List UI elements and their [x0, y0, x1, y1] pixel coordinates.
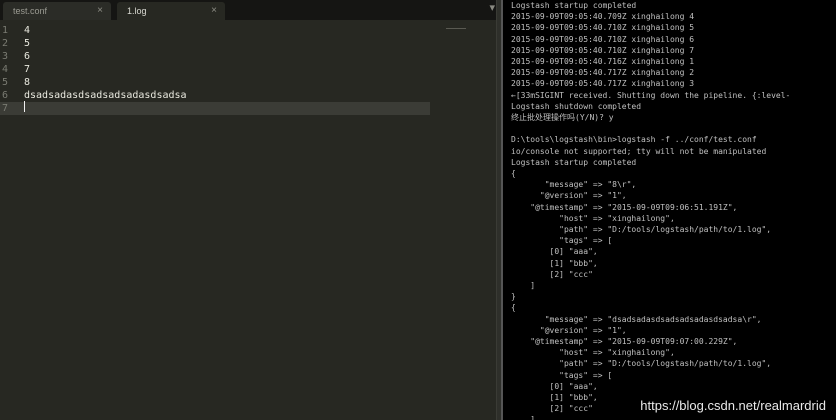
console-line: "message" => "dsadsadasdsadsadsadasdsads… — [511, 314, 762, 324]
minimap[interactable] — [446, 28, 466, 29]
console-line: 2015-09-09T09:05:40.717Z xinghailong 2 — [511, 68, 695, 78]
text-editor: test.conf × 1.log × ▾ 1 4 2 5 3 6 4 7 5 8 6 dsadsad… — [0, 0, 501, 420]
console-line: 2015-09-09T09:05:40.710Z xinghailong 5 — [511, 23, 695, 33]
close-icon[interactable]: × — [97, 2, 103, 20]
line-text: 5 — [24, 38, 31, 49]
console-line: "path" => "D:/tools/logstash/path/to/1.l… — [511, 225, 772, 234]
console-line: 2015-09-09T09:05:40.710Z xinghailong 6 — [511, 34, 695, 44]
console-line: "path" => "D:/tools/logstash/path/to/1.l… — [511, 359, 772, 369]
console-line: [1] "bbb", — [511, 393, 598, 402]
editor-line[interactable]: 6 dsadsadasdsadsadsadasdsadsa — [0, 89, 430, 102]
line-text: 7 — [24, 64, 31, 75]
console-line: D:\tools\logstash\bin>logstash -f ../con… — [511, 135, 757, 145]
console-line: "host" => "xinghailong", — [511, 213, 675, 223]
console-line: "@timestamp" => "2015-09-09T09:06:51.191… — [511, 202, 738, 212]
console-line: 2015-09-09T09:05:40.709Z xinghailong 4 — [511, 12, 695, 22]
close-icon[interactable]: × — [211, 2, 217, 20]
line-number: 5 — [2, 77, 9, 88]
tab-test-conf[interactable]: test.conf × — [3, 2, 111, 20]
editor-line[interactable]: 47 — [0, 63, 430, 76]
console-line: [0] "aaa", — [511, 247, 598, 257]
console-line: "host" => "xinghailong", — [511, 348, 675, 358]
console-line: "message" => "8\r", — [511, 180, 637, 190]
console-line: 2015-09-09T09:05:40.710Z xinghailong 7 — [511, 45, 695, 55]
tab-bar: test.conf × 1.log × ▾ — [0, 0, 501, 20]
console-line: 终止批处理操作吗(Y/N)? y — [511, 113, 614, 122]
console-line: [2] "ccc" — [511, 404, 593, 414]
console-line: Logstash startup completed — [511, 157, 637, 167]
editor-line[interactable]: 14 — [0, 24, 430, 37]
console-line: ←[33mSIGINT received. Shutting down the … — [511, 90, 791, 100]
console-line: } — [511, 292, 516, 302]
console-line: [2] "ccc" — [511, 269, 593, 279]
tab-1-log[interactable]: 1.log × — [117, 2, 225, 20]
console-line: io/console not supported; tty will not b… — [511, 146, 767, 156]
watermark: https://blog.csdn.net/realmardrid — [640, 398, 826, 413]
console-line: Logstash startup completed — [511, 1, 637, 10]
console-line: { — [511, 169, 516, 178]
console-line: "@timestamp" => "2015-09-09T09:07:00.229… — [511, 337, 738, 346]
tab-label: test.conf — [13, 6, 48, 16]
chevron-down-icon[interactable]: ▾ — [489, 1, 495, 14]
console-line: ] — [511, 281, 536, 290]
line-number: 4 — [2, 64, 9, 75]
editor-line[interactable]: 25 — [0, 37, 430, 50]
console-window: Logstash startup completed 2015-09-09T09:… — [503, 0, 836, 420]
console-line: { — [511, 303, 516, 313]
console-line: Logstash shutdown completed — [511, 101, 642, 111]
editor-line[interactable]: 7 — [0, 102, 430, 115]
console-line: "@version" => "1", — [511, 325, 627, 335]
text-cursor — [24, 101, 25, 112]
editor-content[interactable]: 1 4 2 5 3 6 4 7 5 8 6 dsadsadasdsadsadsadasdsadsa 7 — [0, 21, 501, 420]
line-number: 3 — [2, 51, 9, 62]
line-text: 6 — [24, 51, 31, 62]
console-line: 2015-09-09T09:05:40.716Z xinghailong 1 — [511, 57, 695, 66]
editor-line[interactable]: 58 — [0, 76, 430, 89]
line-text: 4 — [24, 25, 31, 36]
line-number: 6 — [2, 90, 9, 101]
console-line: "tags" => [ — [511, 236, 613, 246]
console-line: "@version" => "1", — [511, 191, 627, 201]
line-number: 1 — [2, 25, 9, 36]
line-text: dsadsadasdsadsadsadasdsadsa — [24, 90, 187, 101]
line-number: 2 — [2, 38, 9, 49]
line-number: 7 — [2, 103, 9, 114]
console-line: "tags" => [ — [511, 370, 613, 380]
console-line: [1] "bbb", — [511, 258, 598, 268]
console-line: [0] "aaa", — [511, 381, 598, 391]
console-line: 2015-09-09T09:05:40.717Z xinghailong 3 — [511, 79, 695, 89]
console-line: ] — [511, 415, 536, 420]
line-text: 8 — [24, 77, 31, 88]
tab-label: 1.log — [127, 6, 147, 16]
editor-line[interactable]: 36 — [0, 50, 430, 63]
